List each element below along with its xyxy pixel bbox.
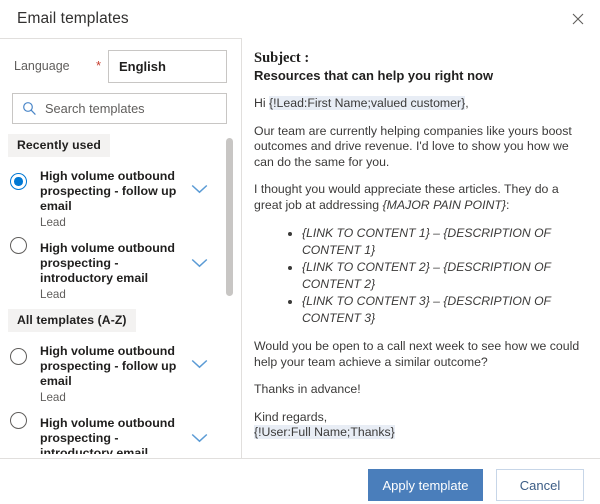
greeting-line: Hi {!Lead:First Name;valued customer}, — [254, 96, 582, 112]
search-placeholder: Search templates — [45, 101, 145, 116]
chevron-down-icon[interactable] — [191, 356, 208, 374]
list-item-subtitle: Lead — [40, 287, 180, 302]
section-header-all-templates: All templates (A-Z) — [8, 309, 136, 332]
language-select[interactable]: English — [108, 50, 227, 83]
body-paragraph-4: Thanks in advance! — [254, 382, 582, 398]
subject-label: Subject : — [254, 50, 582, 67]
content-link-list: {LINK TO CONTENT 1} – {DESCRIPTION OF CO… — [254, 225, 582, 327]
template-list: Recently used High volume outbound prosp… — [0, 134, 241, 454]
greeting-suffix: , — [465, 96, 468, 110]
list-item[interactable]: High volume outbound prospecting - follo… — [0, 338, 228, 402]
dialog-header: Email templates — [0, 0, 600, 38]
list-item-title: High volume outbound prospecting - follo… — [40, 344, 180, 389]
language-selected-value: English — [119, 59, 166, 74]
page-title: Email templates — [17, 10, 129, 28]
cancel-button[interactable]: Cancel — [496, 469, 584, 501]
template-radio[interactable] — [10, 412, 27, 429]
email-templates-dialog: Email templates Language * English — [0, 0, 600, 504]
list-item-title: High volume outbound prospecting - intro… — [40, 241, 180, 286]
search-icon — [22, 101, 37, 121]
list-item: {LINK TO CONTENT 1} – {DESCRIPTION OF CO… — [302, 225, 582, 259]
list-item: {LINK TO CONTENT 2} – {DESCRIPTION OF CO… — [302, 259, 582, 293]
template-radio[interactable] — [10, 173, 27, 190]
email-preview-pane: Subject : Resources that can help you ri… — [242, 38, 600, 458]
list-item: {LINK TO CONTENT 3} – {DESCRIPTION OF CO… — [302, 293, 582, 327]
placeholder-major-pain-point: {MAJOR PAIN POINT} — [383, 198, 506, 212]
search-templates-input[interactable]: Search templates — [12, 93, 227, 124]
body-paragraph-3: Would you be open to a call next week to… — [254, 339, 582, 370]
sign-off: Kind regards, — [254, 410, 327, 424]
body-paragraph-2: I thought you would appreciate these art… — [254, 182, 582, 213]
list-item[interactable]: High volume outbound prospecting - follo… — [0, 163, 228, 227]
language-label: Language — [14, 59, 70, 73]
list-item-text: High volume outbound prospecting - follo… — [40, 344, 180, 405]
merge-field-user-full-name: {!User:Full Name;Thanks} — [254, 425, 395, 439]
subject-text: Resources that can help you right now — [254, 67, 582, 84]
list-item-title: High volume outbound prospecting - follo… — [40, 169, 180, 214]
list-item-title: High volume outbound prospecting - intro… — [40, 416, 180, 454]
template-radio[interactable] — [10, 348, 27, 365]
dialog-footer: Apply template Cancel — [0, 458, 600, 504]
close-button[interactable] — [564, 6, 592, 32]
list-item[interactable]: High volume outbound prospecting - intro… — [0, 227, 228, 305]
paragraph-2-suffix: : — [506, 198, 509, 212]
list-item-text: High volume outbound prospecting - intro… — [40, 241, 180, 302]
footer-divider — [0, 458, 600, 459]
section-header-recently-used: Recently used — [8, 134, 110, 157]
chevron-down-icon[interactable] — [191, 430, 208, 448]
chevron-down-icon[interactable] — [191, 181, 208, 199]
close-icon — [572, 13, 584, 25]
greeting-prefix: Hi — [254, 96, 269, 110]
apply-template-button[interactable]: Apply template — [368, 469, 483, 501]
template-selector-pane: Language * English Search templates Rece… — [0, 38, 241, 458]
merge-field-lead-first-name: {!Lead:First Name;valued customer} — [269, 96, 465, 110]
required-marker: * — [96, 60, 101, 72]
body-paragraph-1: Our team are currently helping companies… — [254, 124, 582, 171]
language-row: Language * English — [0, 50, 241, 84]
chevron-down-icon[interactable] — [191, 255, 208, 273]
list-item-text: High volume outbound prospecting - intro… — [40, 416, 180, 454]
list-item[interactable]: High volume outbound prospecting - intro… — [0, 402, 228, 454]
signature-block: Kind regards, {!User:Full Name;Thanks} — [254, 410, 582, 441]
template-radio[interactable] — [10, 237, 27, 254]
list-item-text: High volume outbound prospecting - follo… — [40, 169, 180, 230]
